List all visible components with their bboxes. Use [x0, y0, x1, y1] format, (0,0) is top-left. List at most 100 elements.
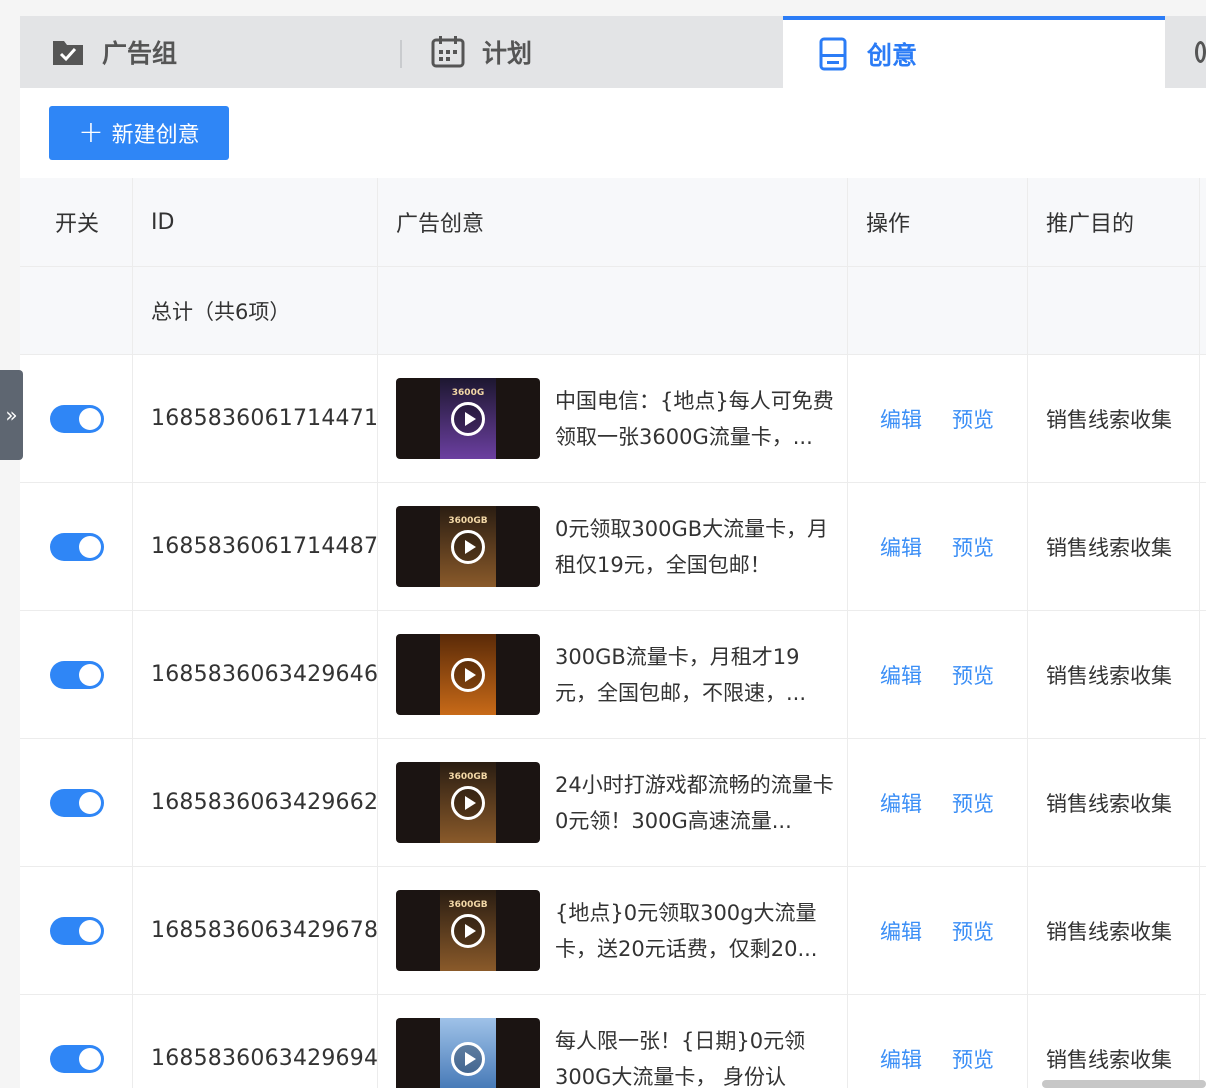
purpose-text: 销售线索收集 [1046, 663, 1172, 688]
play-icon[interactable] [451, 402, 485, 436]
purpose-cell: 销售线索收集 [1028, 739, 1200, 866]
summary-total: 总计（共6项） [133, 267, 378, 354]
creative-cell: 每人限一张！{日期}0元领300G大流量卡， 身份认证，... [378, 995, 848, 1088]
preview-link[interactable]: 预览 [952, 660, 994, 690]
more-cell [1200, 483, 1206, 610]
creative-text: 24小时打游戏都流畅的流量卡0元领！300G高速流量... [555, 772, 834, 833]
ops-cell: 编辑 预览 [848, 611, 1028, 738]
summary-more [1200, 267, 1206, 354]
more-cell [1200, 611, 1206, 738]
video-thumbnail[interactable] [396, 1018, 540, 1088]
tab-more[interactable] [1185, 16, 1206, 88]
tab-creative[interactable]: 创意 [783, 16, 1165, 88]
edit-link[interactable]: 编辑 [880, 1044, 922, 1074]
video-thumbnail[interactable]: 3600GB [396, 506, 540, 587]
new-creative-button[interactable]: + 新建创意 [49, 106, 229, 160]
edit-link[interactable]: 编辑 [880, 404, 922, 434]
play-icon[interactable] [451, 658, 485, 692]
creative-id: 1685836061714471 [151, 406, 379, 431]
creative-panel: + 新建创意 开关 ID 广告创意 操作 推广目的 总计（共6项） 168583… [20, 88, 1206, 1088]
folder-check-icon [50, 34, 86, 70]
id-cell: 1685836063429662 [133, 739, 378, 866]
enable-toggle[interactable] [50, 404, 104, 433]
switch-cell [20, 867, 133, 994]
video-thumbnail[interactable]: 3600G [396, 378, 540, 459]
purpose-cell: 销售线索收集 [1028, 867, 1200, 994]
tab-ad-group[interactable]: 广告组 [50, 16, 380, 88]
ops-cell: 编辑 预览 [848, 867, 1028, 994]
table-row: 1685836061714487 3600GB 0元领取300GB大流量卡，月租… [20, 483, 1206, 611]
creative-text: 每人限一张！{日期}0元领300G大流量卡， 身份认证，... [555, 1028, 806, 1088]
more-cell [1200, 867, 1206, 994]
edit-link[interactable]: 编辑 [880, 660, 922, 690]
play-icon[interactable] [451, 786, 485, 820]
ops-cell: 编辑 预览 [848, 995, 1028, 1088]
switch-cell [20, 739, 133, 866]
enable-toggle[interactable] [50, 916, 104, 945]
switch-cell [20, 995, 133, 1088]
edit-link[interactable]: 编辑 [880, 532, 922, 562]
creative-id: 1685836063429678 [151, 918, 379, 943]
creative-cell: 3600GB 24小时打游戏都流畅的流量卡0元领！300G高速流量... [378, 739, 848, 866]
id-cell: 1685836061714471 [133, 355, 378, 482]
creative-id: 1685836063429694 [151, 1046, 379, 1071]
tab-label: 计划 [482, 39, 533, 68]
creative-cell: 3600GB 0元领取300GB大流量卡，月租仅19元，全国包邮！ [378, 483, 848, 610]
purpose-cell: 销售线索收集 [1028, 483, 1200, 610]
header-ops: 操作 [848, 178, 1028, 266]
tab-bar: 广告组 计划 创意 [20, 16, 1206, 88]
table-row: 1685836063429662 3600GB 24小时打游戏都流畅的流量卡0元… [20, 739, 1206, 867]
summary-ops [848, 267, 1028, 354]
creative-cell: 3600GB {地点}0元领取300g大流量卡，送20元话费，仅剩20... [378, 867, 848, 994]
table-header: 开关 ID 广告创意 操作 推广目的 [20, 178, 1206, 267]
enable-toggle[interactable] [50, 532, 104, 561]
edit-link[interactable]: 编辑 [880, 916, 922, 946]
enable-toggle[interactable] [50, 1044, 104, 1073]
purpose-cell: 销售线索收集 [1028, 355, 1200, 482]
ops-cell: 编辑 预览 [848, 483, 1028, 610]
summary-row: 总计（共6项） [20, 267, 1206, 355]
summary-creative [378, 267, 848, 354]
purpose-text: 销售线索收集 [1046, 919, 1172, 944]
enable-toggle[interactable] [50, 660, 104, 689]
calendar-icon [430, 34, 466, 70]
tab-divider [400, 40, 402, 68]
more-cell [1200, 355, 1206, 482]
tab-label: 广告组 [102, 39, 178, 68]
thumbnail-label: 3600G [451, 388, 485, 398]
tab-plan[interactable]: 计划 [430, 16, 760, 88]
horizontal-scrollbar[interactable] [1042, 1080, 1206, 1088]
play-icon[interactable] [451, 914, 485, 948]
summary-purpose [1028, 267, 1200, 354]
id-cell: 1685836061714487 [133, 483, 378, 610]
video-thumbnail[interactable]: 3600GB [396, 762, 540, 843]
switch-cell [20, 611, 133, 738]
preview-link[interactable]: 预览 [952, 916, 994, 946]
video-thumbnail[interactable]: 3600GB [396, 890, 540, 971]
ops-cell: 编辑 预览 [848, 355, 1028, 482]
preview-link[interactable]: 预览 [952, 532, 994, 562]
creative-cell: 3600G 中国电信：{地点}每人可免费领取一张3600G流量卡，... [378, 355, 848, 482]
header-purpose: 推广目的 [1028, 178, 1200, 266]
id-cell: 1685836063429646 [133, 611, 378, 738]
preview-link[interactable]: 预览 [952, 788, 994, 818]
table-row: 1685836063429678 3600GB {地点}0元领取300g大流量卡… [20, 867, 1206, 995]
video-thumbnail[interactable] [396, 634, 540, 715]
creative-cell: 300GB流量卡，月租才19元，全国包邮，不限速，... [378, 611, 848, 738]
purpose-text: 销售线索收集 [1046, 535, 1172, 560]
thumbnail-label: 3600GB [448, 772, 488, 782]
clock-icon [1195, 41, 1206, 63]
play-icon[interactable] [451, 1042, 485, 1076]
id-cell: 1685836063429678 [133, 867, 378, 994]
preview-link[interactable]: 预览 [952, 404, 994, 434]
enable-toggle[interactable] [50, 788, 104, 817]
edit-link[interactable]: 编辑 [880, 788, 922, 818]
creative-text: 0元领取300GB大流量卡，月租仅19元，全国包邮！ [555, 516, 829, 577]
play-icon[interactable] [451, 530, 485, 564]
double-chevron-right-icon: » [5, 403, 18, 427]
purpose-cell: 销售线索收集 [1028, 611, 1200, 738]
creative-text: 中国电信：{地点}每人可免费领取一张3600G流量卡，... [555, 388, 834, 449]
creative-icon [815, 36, 851, 72]
preview-link[interactable]: 预览 [952, 1044, 994, 1074]
expand-sidebar-handle[interactable]: » [0, 370, 23, 460]
